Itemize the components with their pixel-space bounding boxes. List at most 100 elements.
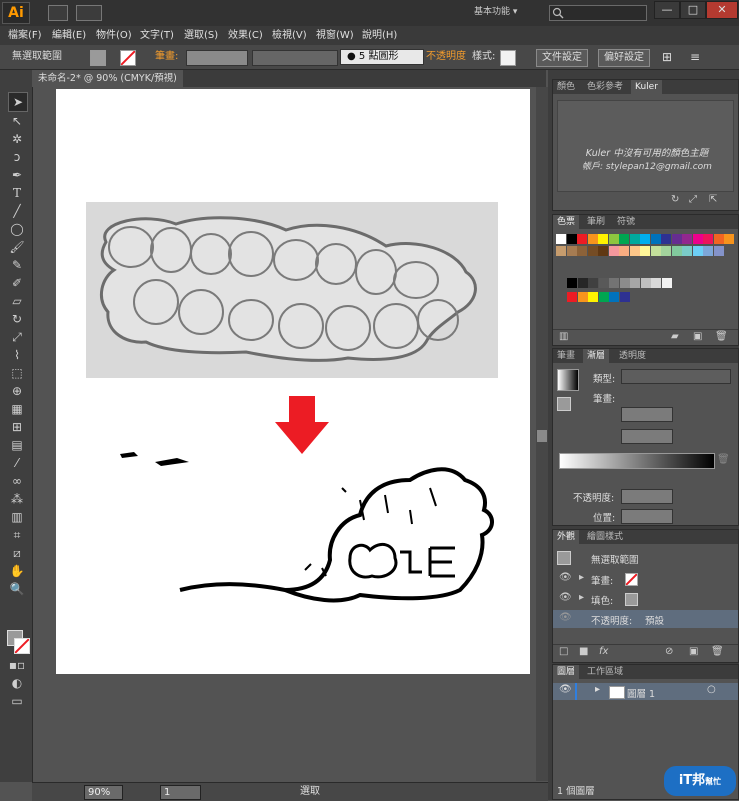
traced-vector-artwork[interactable] [110,440,500,615]
stroke-none-swatch[interactable] [625,573,638,586]
tab-layers[interactable]: 圖層 [553,665,580,679]
color-swatch[interactable] [661,234,671,244]
workspace-switcher[interactable]: 基本功能 ▾ [474,5,544,19]
color-swatch[interactable] [567,292,577,302]
color-swatch[interactable] [619,292,630,302]
color-swatch[interactable] [661,278,672,288]
line-tool-icon[interactable]: ╱ [8,202,26,220]
direct-selection-tool-icon[interactable]: ↖ [8,112,26,130]
color-swatch[interactable] [640,246,650,256]
document-setup-button[interactable]: 文件設定 [536,49,588,67]
appearance-fill-row[interactable]: 👁 ▸ 填色: [553,590,738,608]
placed-sketch-image[interactable] [86,202,498,378]
fill-swatch[interactable] [90,50,106,66]
lasso-tool-icon[interactable]: ↄ [8,148,26,166]
gradient-position-field[interactable] [621,509,673,524]
appearance-stroke-label[interactable]: 筆畫: [591,573,613,587]
menu-select[interactable]: 選取(S) [180,26,222,45]
color-swatch[interactable] [671,234,682,244]
color-swatch[interactable] [724,234,734,244]
blend-tool-icon[interactable]: ∞ [8,472,26,490]
menu-help[interactable]: 說明(H) [358,26,401,45]
slice-tool-icon[interactable]: ⧄ [8,544,26,562]
document-tab[interactable]: 未命名-2* @ 90% (CMYK/預視) [32,70,183,87]
menu-view[interactable]: 檢視(V) [268,26,311,45]
color-swatch[interactable] [598,246,608,256]
tab-gradient[interactable]: 漸層 [583,349,610,363]
gradient-type-select[interactable] [621,369,731,384]
color-swatch[interactable] [608,246,619,256]
fill-gray-swatch[interactable] [625,593,638,606]
color-swatch[interactable] [703,234,713,244]
eyedropper-tool-icon[interactable]: ⁄ [8,454,26,472]
menu-file[interactable]: 檔案(F) [4,26,46,45]
arrange-documents-icon[interactable] [76,5,102,21]
color-swatch[interactable] [609,278,619,288]
add-stroke-icon[interactable]: □ [559,646,568,657]
menu-object[interactable]: 物件(O) [92,26,136,45]
color-swatch[interactable] [577,246,587,256]
type-tool-icon[interactable]: T [8,184,26,202]
delete-item-icon[interactable]: 🗑 [711,646,724,657]
add-fill-icon[interactable]: ■ [579,646,588,657]
color-swatch[interactable] [577,278,588,288]
swatch-library-icon[interactable]: ▥ [559,331,568,342]
expand-arrow-icon[interactable]: ▸ [579,592,584,603]
maximize-button[interactable]: □ [680,1,706,19]
new-swatch-icon[interactable]: ▣ [693,331,702,342]
selection-tool-icon[interactable]: ➤ [8,92,28,112]
tab-appearance[interactable]: 外觀 [553,530,580,544]
color-swatch[interactable] [713,246,724,256]
opacity-link[interactable]: 不透明度 [426,49,466,65]
zoom-field[interactable]: 90% [84,785,123,800]
color-swatch[interactable] [556,246,566,256]
tab-brushes[interactable]: 筆刷 [583,215,609,229]
color-swatch[interactable] [556,234,566,244]
layer-name[interactable]: 圖層 1 [627,686,655,700]
new-color-group-icon[interactable]: ▰ [671,331,679,342]
color-swatch[interactable] [587,246,598,256]
add-effect-icon[interactable]: fx [599,646,608,657]
appearance-opacity-label[interactable]: 不透明度: [591,613,632,627]
stroke-weight-field[interactable] [186,50,248,66]
color-swatch[interactable] [650,246,661,256]
zoom-tool-icon[interactable]: 🔍 [8,580,26,598]
ellipse-tool-icon[interactable]: ◯ [8,220,26,238]
color-swatch[interactable] [608,234,619,244]
scrollbar-thumb[interactable] [537,430,547,442]
gradient-opacity-field[interactable] [621,489,673,504]
shape-builder-tool-icon[interactable]: ⊕ [8,382,26,400]
tab-color[interactable]: 顏色 [553,80,579,94]
scale-tool-icon[interactable]: ⤢ [8,328,26,346]
gradient-slider[interactable] [559,453,715,469]
style-swatch[interactable] [500,50,516,66]
brush-select[interactable]: ● 5 點圓形 [340,49,424,65]
pencil-tool-icon[interactable]: ✎ [8,256,26,274]
eraser-tool-icon[interactable]: ▱ [8,292,26,310]
arrange-icon[interactable]: ⊞ [662,49,672,65]
color-swatch[interactable] [577,292,588,302]
color-swatch[interactable] [682,246,692,256]
vertical-scrollbar[interactable] [536,87,548,781]
color-swatch[interactable] [640,278,651,288]
close-button[interactable]: ✕ [706,1,738,19]
minimize-button[interactable]: — [654,1,680,19]
gradient-angle-field[interactable] [621,407,673,422]
color-swatch[interactable] [692,246,703,256]
tab-transparency[interactable]: 透明度 [615,349,650,363]
menu-edit[interactable]: 編輯(E) [48,26,90,45]
gradient-fill-icon[interactable] [557,397,571,411]
blob-brush-tool-icon[interactable]: ✐ [8,274,26,292]
stroke-color-icon[interactable] [14,638,30,654]
menu-effect[interactable]: 效果(C) [224,26,267,45]
expand-icon[interactable]: ⤢ [689,194,697,205]
color-mode-icon[interactable]: ▪▫ [8,656,26,674]
symbol-sprayer-tool-icon[interactable]: ⁂ [8,490,26,508]
color-swatch[interactable] [650,234,661,244]
duplicate-item-icon[interactable]: ▣ [689,646,698,657]
color-swatch[interactable] [640,234,650,244]
appearance-opacity-row[interactable]: 👁 不透明度: 預設 [553,610,738,628]
search-input[interactable] [549,5,647,21]
color-swatch[interactable] [619,246,629,256]
color-swatch[interactable] [692,234,703,244]
